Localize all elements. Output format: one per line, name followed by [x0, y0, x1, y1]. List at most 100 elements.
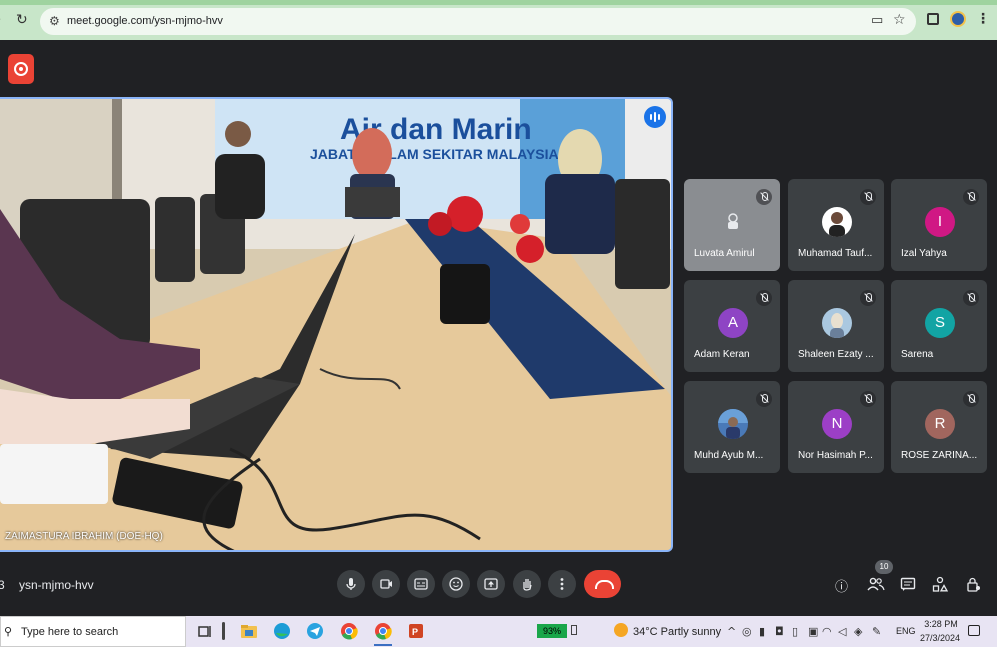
- show-hidden-icons-icon[interactable]: ^: [727, 625, 736, 638]
- tray-mic-icon[interactable]: ▮: [759, 625, 765, 638]
- activities-icon[interactable]: [932, 576, 948, 592]
- participant-tile[interactable]: S Sarena: [891, 280, 987, 372]
- search-placeholder[interactable]: Type here to search: [21, 626, 118, 638]
- participant-name: Shaleen Ezaty ...: [798, 349, 874, 360]
- emoji-icon: [449, 577, 463, 591]
- mic-off-icon: [860, 189, 876, 205]
- active-app-indicator: [374, 644, 392, 646]
- tab-strip: [0, 0, 997, 5]
- url-text[interactable]: meet.google.com/ysn-mjmo-hvv: [67, 15, 223, 27]
- chrome-icon[interactable]: [340, 622, 358, 640]
- clock-date[interactable]: 27/3/2024: [920, 633, 960, 643]
- powerpoint-icon[interactable]: P: [407, 622, 425, 640]
- forward-icon[interactable]: ›: [0, 12, 1, 27]
- site-info-icon[interactable]: ⚙: [49, 14, 60, 28]
- weather-text[interactable]: 34°C Partly sunny: [633, 626, 721, 638]
- camera-button[interactable]: [372, 570, 400, 598]
- participant-name: Muhamad Tauf...: [798, 248, 873, 259]
- camera-icon[interactable]: ▭: [871, 13, 883, 28]
- mic-off-icon: [860, 290, 876, 306]
- participant-tile[interactable]: A Adam Keran: [684, 280, 780, 372]
- person-icon: [728, 213, 738, 229]
- language-indicator[interactable]: ENG: [896, 626, 916, 636]
- participant-tile[interactable]: Luvata Amirul: [684, 179, 780, 271]
- mic-off-icon: [756, 189, 772, 205]
- chat-icon[interactable]: [900, 577, 916, 592]
- participant-avatar: R: [925, 409, 955, 439]
- more-vert-icon: [560, 578, 564, 590]
- reload-icon[interactable]: ↻: [16, 12, 28, 28]
- address-bar[interactable]: ⚙ meet.google.com/ysn-mjmo-hvv ▭ ☆: [40, 8, 916, 35]
- svg-text:P: P: [412, 627, 418, 637]
- security-shield-icon[interactable]: ◈: [854, 625, 862, 638]
- battery-icon[interactable]: [571, 625, 577, 635]
- participant-tile[interactable]: R ROSE ZARINA...: [891, 381, 987, 473]
- mic-off-icon: [963, 290, 979, 306]
- browser-menu-icon[interactable]: ⋮: [976, 11, 990, 27]
- participant-name: ROSE ZARINA...: [901, 450, 978, 461]
- bookmark-star-icon[interactable]: ☆: [893, 12, 906, 28]
- participant-tile[interactable]: Muhd Ayub M...: [684, 381, 780, 473]
- taskbar-widget-icon[interactable]: [222, 622, 225, 640]
- hand-icon: [523, 579, 532, 591]
- raise-hand-button[interactable]: [513, 570, 541, 598]
- participant-tile[interactable]: Shaleen Ezaty ...: [788, 280, 884, 372]
- participant-count-badge: 10: [875, 560, 893, 574]
- tray-camera-icon[interactable]: ◘: [775, 625, 784, 638]
- side-panel-icon[interactable]: [927, 13, 939, 25]
- participant-avatar: I: [925, 207, 955, 237]
- chrome-active-icon[interactable]: [374, 622, 392, 640]
- captions-icon: [414, 578, 428, 590]
- search-icon: ⚲: [4, 625, 13, 638]
- participant-name: Adam Keran: [694, 349, 750, 360]
- present-screen-button[interactable]: [477, 570, 505, 598]
- main-video-feed[interactable]: Air dan Marin JABATAN ALAM SEKITAR MALAY…: [0, 97, 673, 552]
- participant-avatar: A: [718, 308, 748, 338]
- host-controls-icon[interactable]: [965, 576, 981, 592]
- profile-avatar-icon[interactable]: [950, 11, 966, 27]
- leave-call-button[interactable]: [584, 570, 621, 598]
- video-frame: Air dan Marin JABATAN ALAM SEKITAR MALAY…: [0, 99, 671, 550]
- more-options-button[interactable]: [548, 570, 576, 598]
- participant-tile[interactable]: I Izal Yahya: [891, 179, 987, 271]
- emoji-button[interactable]: [442, 570, 470, 598]
- speaker-name-label: ZAIMASTURA IBRAHIM (DOE-HQ): [5, 531, 163, 542]
- taskbar-search-box[interactable]: ⚲ Type here to search: [0, 616, 186, 647]
- participant-name: Nor Hasimah P...: [798, 450, 873, 461]
- mic-off-icon: [963, 391, 979, 407]
- tray-display-icon[interactable]: ▣: [808, 625, 818, 638]
- participant-name: Izal Yahya: [901, 248, 947, 259]
- task-view-icon[interactable]: [196, 622, 214, 640]
- participant-photo: [822, 308, 852, 338]
- mic-off-icon: [963, 189, 979, 205]
- mic-off-icon: [756, 290, 772, 306]
- participant-name: Muhd Ayub M...: [694, 450, 764, 461]
- mic-off-icon: [860, 391, 876, 407]
- captions-button[interactable]: [407, 570, 435, 598]
- participant-avatar: S: [925, 308, 955, 338]
- edge-icon[interactable]: [273, 622, 291, 640]
- microphone-button[interactable]: [337, 570, 365, 598]
- people-icon[interactable]: [867, 576, 885, 592]
- participant-tile[interactable]: Muhamad Tauf...: [788, 179, 884, 271]
- wifi-icon[interactable]: ◠: [822, 625, 832, 638]
- clock-time[interactable]: 3:28 PM: [924, 619, 958, 629]
- present-icon: [484, 578, 498, 590]
- microphone-icon: [346, 578, 356, 590]
- file-explorer-icon[interactable]: [240, 622, 258, 640]
- speaking-indicator-icon: [644, 106, 666, 128]
- participant-name: Sarena: [901, 349, 934, 360]
- meeting-info-icon[interactable]: ⓘ: [835, 576, 848, 595]
- pen-icon[interactable]: ✎: [872, 625, 881, 638]
- participant-avatar: N: [822, 409, 852, 439]
- volume-icon[interactable]: ◁: [838, 625, 846, 638]
- weather-icon[interactable]: [614, 623, 628, 637]
- telegram-icon[interactable]: [306, 622, 324, 640]
- battery-level: 93%: [537, 624, 567, 638]
- notification-icon[interactable]: [968, 625, 980, 636]
- participant-tile[interactable]: N Nor Hasimah P...: [788, 381, 884, 473]
- recording-icon[interactable]: [8, 54, 34, 84]
- tray-app-icon[interactable]: ◎: [742, 625, 752, 638]
- banner-subtitle: JABATAN ALAM SEKITAR MALAYSIA: [310, 146, 559, 162]
- tray-phone-icon[interactable]: ▯: [792, 625, 798, 638]
